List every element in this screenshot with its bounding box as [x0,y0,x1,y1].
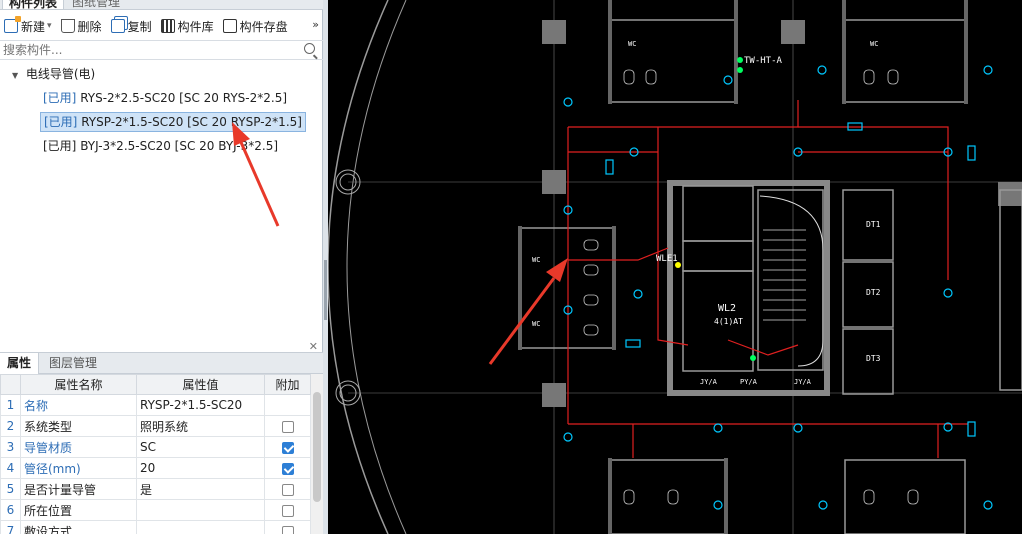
toilet-blocks [519,19,966,534]
label-wl1: WLE1 [656,254,678,264]
extra-checkbox-checked[interactable] [281,462,294,475]
annotation-arrow-left [232,122,280,227]
row-index: 1 [0,394,21,416]
wire-runs [567,100,968,458]
row-index: 6 [0,499,21,521]
table-row[interactable]: 6 所在位置 [0,499,311,521]
row-name: 导管材质 [20,436,137,458]
row-value[interactable]: 照明系统 [136,415,265,437]
row-name: 系统类型 [20,415,137,437]
arrow-head [232,122,250,146]
row-value[interactable] [136,499,265,521]
properties-table: 属性名称 属性值 附加 1 名称 RYSP-2*1.5-SC20 2 系统类型 … [0,374,311,534]
header-value: 属性值 [136,374,265,395]
row-extra [264,394,311,416]
component-panel: 构件列表 图纸管理 新建 ▾ 删除 复制 构件库 构件存盘 » 搜索构件... … [0,0,323,534]
label-wc: WC [532,320,541,328]
toilet-walls [518,0,968,534]
sanitary-fixtures [583,69,919,505]
annotation-arrow-head [546,258,568,282]
table-row[interactable]: 4 管径(mm) 20 [0,457,311,479]
extra-checkbox[interactable] [281,504,294,517]
extra-checkbox-checked[interactable] [281,441,294,454]
row-index: 2 [0,415,21,437]
row-value[interactable]: 20 [136,457,265,479]
label-dt1: DT1 [866,220,881,229]
electrical-devices [563,65,993,510]
label-wl2-circuit: 4(1)AT [714,317,743,326]
row-value[interactable]: SC [136,436,265,458]
facade-arc-outer [328,0,389,534]
row-name: 管径(mm) [20,457,137,479]
stair-railing [759,195,824,367]
grid-axes [348,0,1022,534]
label-wc: WC [870,40,879,48]
table-row[interactable]: 5 是否计量导管 是 [0,478,311,500]
header-extra: 附加 [264,374,311,395]
row-value[interactable]: RYSP-2*1.5-SC20 [136,394,265,416]
row-value[interactable] [136,520,265,534]
scrollbar-thumb[interactable] [313,392,321,502]
cad-drawing-canvas[interactable]: TW-HT-A WLE1 WL2 4(1)AT DT1 DT2 DT3 WC W… [328,0,1022,534]
tab-layers[interactable]: 图层管理 [42,353,104,374]
splitter-grip[interactable] [324,260,327,320]
label-tw: TW-HT-A [744,56,782,66]
row-value[interactable]: 是 [136,478,265,500]
row-name: 敷设方式 [20,520,137,534]
floor-plan-drawing [328,0,1022,534]
table-row[interactable]: 3 导管材质 SC [0,436,311,458]
label-jya: JY/A [794,378,811,386]
label-wc: WC [532,256,541,264]
label-wl2: WL2 [718,303,737,314]
label-dt3: DT3 [866,354,881,363]
row-index: 4 [0,457,21,479]
stair-treads [763,229,806,321]
properties-scrollbar[interactable] [311,374,323,534]
table-header: 属性名称 属性值 附加 [0,374,311,395]
table-row[interactable]: 2 系统类型 照明系统 [0,415,311,437]
label-wc: WC [628,40,637,48]
core-walls [667,180,830,396]
label-dt2: DT2 [866,288,881,297]
header-name: 属性名称 [20,374,137,395]
properties-tabbar: 属性 图层管理 [0,352,323,374]
row-name: 所在位置 [20,499,137,521]
extra-checkbox[interactable] [281,483,294,496]
row-index: 3 [0,436,21,458]
extra-checkbox[interactable] [281,420,294,433]
row-name: 名称 [20,394,137,416]
extra-checkbox[interactable] [281,525,294,534]
table-row[interactable]: 1 名称 RYSP-2*1.5-SC20 [0,394,311,416]
header-index [0,374,21,395]
label-jya: JY/A [700,378,717,386]
row-index: 5 [0,478,21,500]
axis-bubbles [335,169,361,406]
arrow-shaft [238,139,280,227]
core-rooms [682,185,1022,395]
row-index: 7 [0,520,21,534]
label-py: PY/A [740,378,757,386]
row-name: 是否计量导管 [20,478,137,500]
tab-properties[interactable]: 属性 [0,353,40,374]
facade-arc-inner [346,0,407,534]
table-row[interactable]: 7 敷设方式 [0,520,311,534]
